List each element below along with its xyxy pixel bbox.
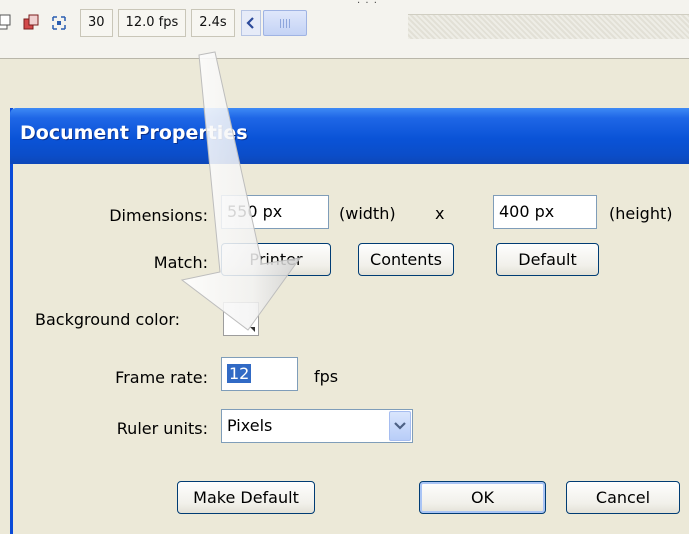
match-default-button[interactable]: Default [496,243,599,276]
cancel-button[interactable]: Cancel [566,481,680,514]
scroll-left-button[interactable] [240,10,261,36]
ok-button[interactable]: OK [419,481,546,514]
match-label: Match: [153,253,208,272]
dialog-titlebar[interactable]: Document Properties [10,108,689,164]
dimensions-label: Dimensions: [109,206,208,225]
scrollbar-track[interactable] [408,14,689,39]
make-default-button[interactable]: Make Default [177,481,315,514]
elapsed-time-field: 2.4s [191,9,235,37]
current-frame-field: 30 [80,9,113,37]
height-input[interactable]: 400 px [493,195,597,229]
width-caption: (width) [339,204,396,223]
ruler-units-label: Ruler units: [116,419,208,438]
onion-outline-icon[interactable] [22,14,40,32]
swatch-dropdown-icon [250,327,255,332]
background-color-label: Background color: [35,310,181,329]
document-properties-dialog: Document Properties Dimensions: 550 px (… [10,108,689,534]
background-color-swatch[interactable] [223,302,259,336]
frame-rate-input[interactable]: 12 [221,357,298,391]
frame-rate-value: 12 [227,364,252,383]
onion-skin-icon[interactable] [0,14,12,32]
dropdown-arrow-icon[interactable] [389,411,411,441]
resize-grip-dots[interactable]: · · · [357,0,378,9]
frame-rate-unit: fps [314,367,339,386]
edit-multiple-frames-icon[interactable] [50,14,68,32]
scrollbar-thumb[interactable] [262,10,307,36]
frame-rate-label: Frame rate: [115,368,208,387]
ruler-units-selected: Pixels [227,416,273,435]
dimensions-x-label: x [435,204,445,223]
height-caption: (height) [609,204,673,223]
ruler-units-select[interactable]: Pixels [221,409,413,443]
frame-rate-field[interactable]: 12.0 fps [117,9,187,37]
chevron-left-icon [246,17,254,29]
match-contents-button[interactable]: Contents [358,243,454,276]
match-printer-button[interactable]: Printer [221,243,331,276]
timeline-status-bar: · · · 30 12.0 fps 2.4s [0,0,689,59]
width-input[interactable]: 550 px [221,195,329,229]
dialog-title: Document Properties [20,122,248,144]
